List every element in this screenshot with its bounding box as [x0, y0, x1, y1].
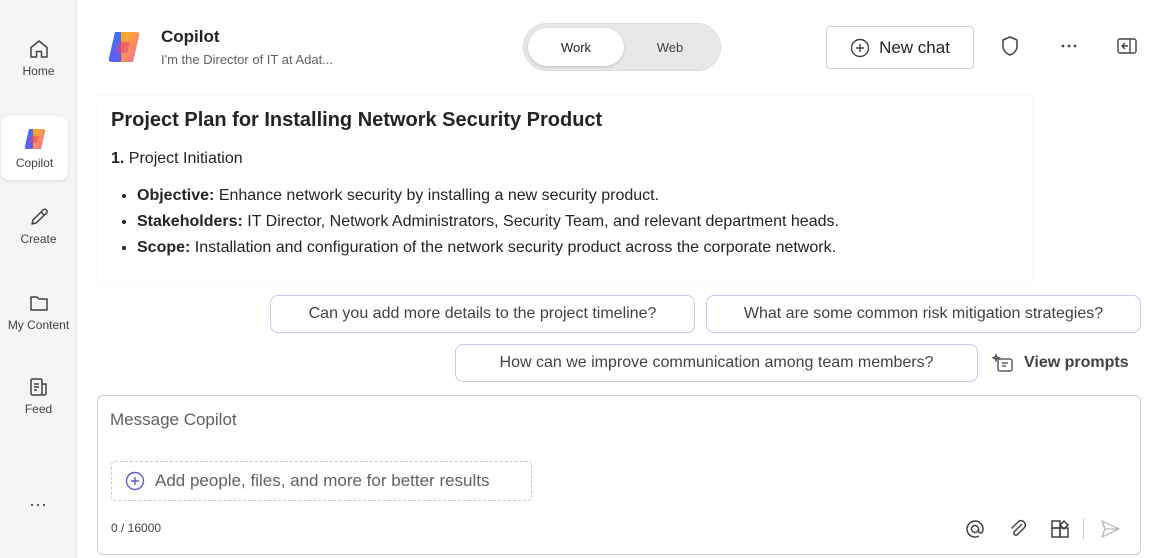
send-icon[interactable] [1098, 517, 1122, 541]
response-card: Project Plan for Installing Network Secu… [97, 96, 1032, 284]
rail-label-my-content: My Content [7, 318, 70, 332]
add-context-label: Add people, files, and more for better r… [155, 471, 490, 490]
suggestion-chip[interactable]: Can you add more details to the project … [270, 295, 695, 333]
message-composer: Add people, files, and more for better r… [97, 395, 1141, 555]
toolbar-divider [1083, 518, 1084, 540]
bullet-text: IT Director, Network Administrators, Sec… [247, 213, 839, 230]
rail-label-home: Home [22, 64, 55, 78]
new-chat-button[interactable]: New chat [826, 26, 974, 69]
sidebar-toggle-icon[interactable] [1115, 34, 1139, 58]
suggestion-chip[interactable]: How can we improve communication among t… [455, 344, 978, 382]
agent-description[interactable]: I'm the Director of IT at Adat... [161, 52, 333, 67]
section-heading: 1. Project Initiation [111, 150, 1018, 168]
suggestion-chip[interactable]: What are some common risk mitigation str… [706, 295, 1141, 333]
work-web-toggle[interactable]: Work Web [523, 23, 721, 71]
list-item: Objective: Enhance network security by i… [137, 183, 1018, 209]
add-circle-icon [850, 38, 870, 57]
bullet-list: Objective: Enhance network security by i… [111, 183, 1018, 261]
bullet-text: Installation and configuration of the ne… [194, 239, 837, 256]
rail-more-button[interactable]: ... [0, 490, 77, 511]
toggle-web[interactable]: Web [622, 28, 718, 66]
add-context-button[interactable]: Add people, files, and more for better r… [111, 461, 532, 501]
response-title: Project Plan for Installing Network Secu… [111, 109, 603, 131]
rail-item-create[interactable]: Create [0, 206, 77, 246]
list-item: Stakeholders: IT Director, Network Admin… [137, 209, 1018, 235]
app-title: Copilot [161, 27, 220, 46]
list-item: Scope: Installation and configuration of… [137, 235, 1018, 261]
rail-label-create: Create [20, 232, 57, 246]
copilot-logo-icon [24, 129, 45, 149]
apps-icon[interactable] [1048, 517, 1072, 541]
copilot-logo-icon [108, 32, 140, 62]
section-number: 1. [111, 150, 125, 167]
mention-icon[interactable] [963, 517, 987, 541]
rail-item-feed[interactable]: Feed [0, 376, 77, 416]
bullet-term: Objective: [137, 187, 215, 204]
pen-icon [30, 208, 48, 225]
new-chat-label: New chat [879, 37, 950, 57]
more-icon[interactable] [1057, 34, 1081, 58]
bullet-term: Stakeholders: [137, 213, 243, 230]
header: Copilot I'm the Director of IT at Adat..… [77, 0, 1163, 96]
rail-item-home[interactable]: Home [0, 38, 77, 78]
message-input[interactable] [110, 410, 1010, 430]
attach-icon[interactable] [1006, 517, 1030, 541]
feed-icon [29, 378, 47, 396]
bullet-term: Scope: [137, 239, 191, 256]
add-circle-icon [125, 471, 145, 491]
folder-icon [29, 296, 48, 311]
rail-item-my-content[interactable]: My Content [0, 292, 77, 332]
toggle-work[interactable]: Work [528, 28, 624, 66]
view-prompts-label: View prompts [1024, 354, 1129, 371]
character-counter: 0 / 16000 [111, 521, 162, 535]
shield-icon[interactable] [998, 34, 1022, 58]
rail-item-copilot[interactable]: Copilot [1, 116, 68, 180]
view-prompts-button[interactable]: View prompts [992, 350, 1129, 376]
home-icon [29, 40, 48, 58]
rail-label-feed: Feed [24, 402, 53, 416]
section-title: Project Initiation [128, 150, 243, 167]
rail-label-copilot: Copilot [15, 156, 54, 170]
bullet-text: Enhance network security by installing a… [218, 187, 660, 204]
left-rail: Home Copilot Create My Content Feed ... [0, 0, 77, 558]
prompts-icon [992, 353, 1013, 372]
